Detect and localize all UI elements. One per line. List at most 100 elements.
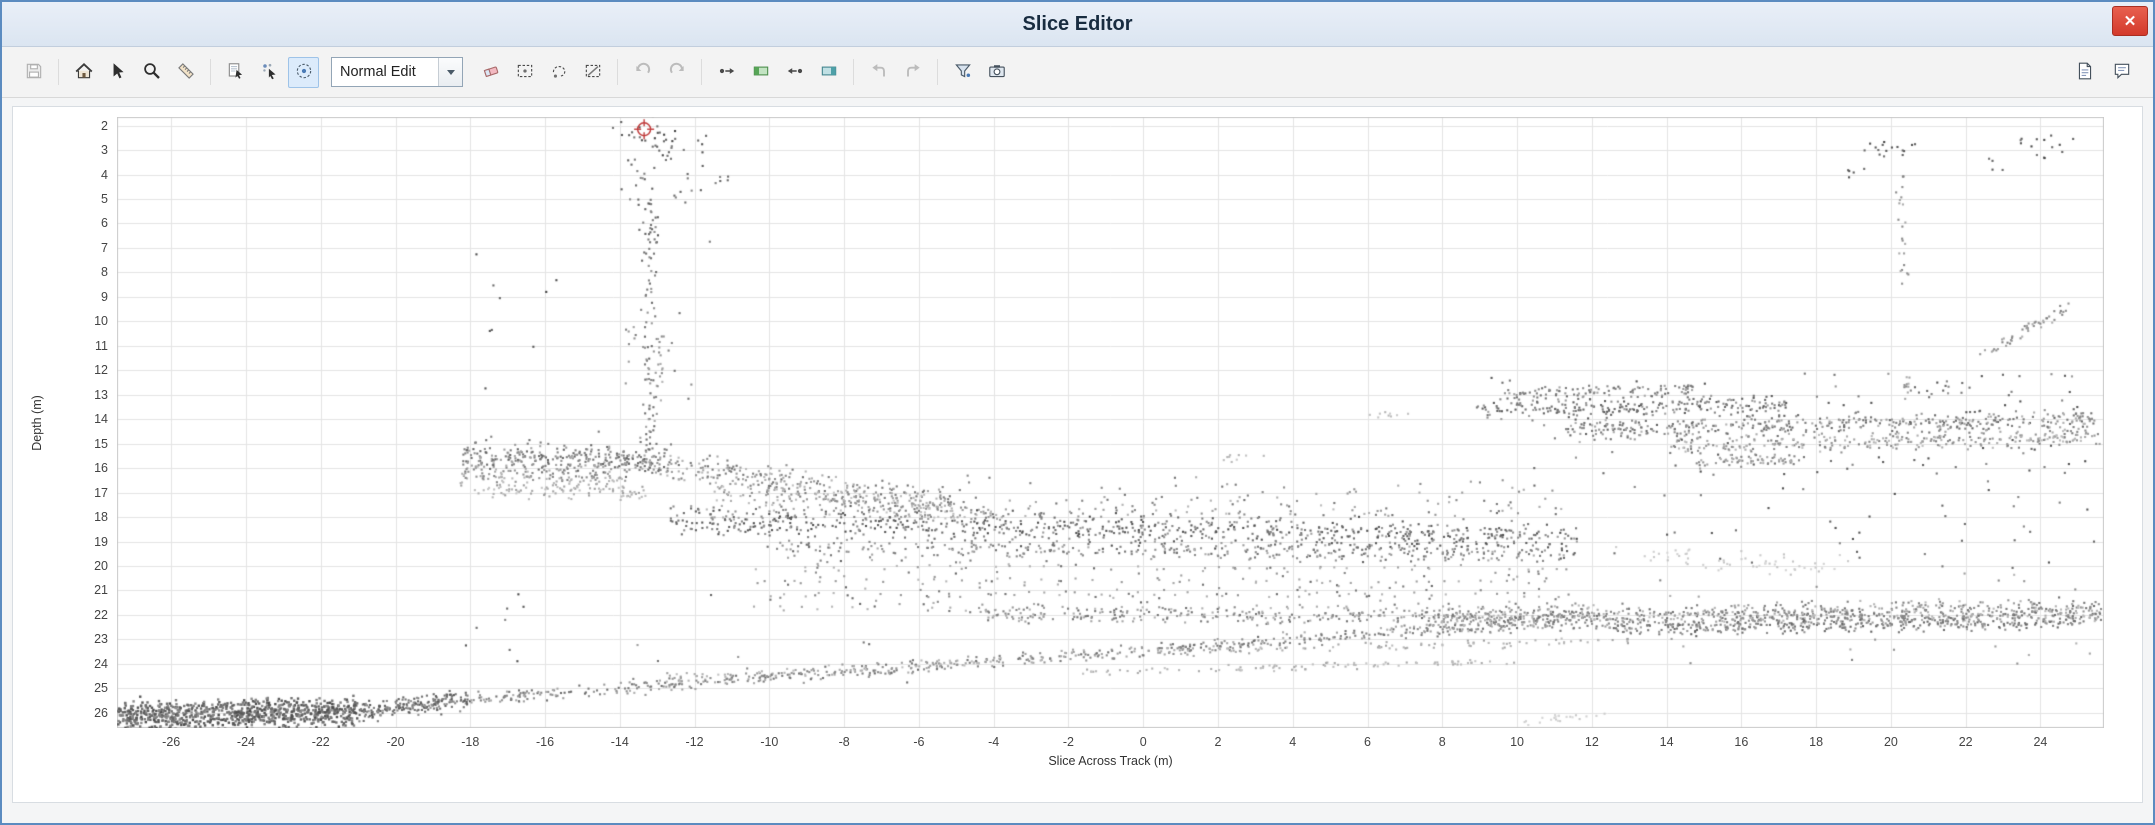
prev-swath-button[interactable] — [745, 57, 776, 88]
eraser-icon — [481, 61, 501, 84]
select-document-button[interactable] — [220, 57, 251, 88]
close-icon: ✕ — [2124, 12, 2137, 30]
y-tick-label: 17 — [94, 486, 108, 500]
snapshot-button[interactable] — [981, 57, 1012, 88]
x-tick-label: -24 — [237, 735, 255, 749]
toolbar-separator — [701, 59, 702, 85]
lasso-icon — [549, 61, 569, 84]
close-button[interactable]: ✕ — [2112, 6, 2148, 36]
line-select-button[interactable] — [577, 57, 608, 88]
x-tick-label: 12 — [1585, 735, 1599, 749]
toolbar-separator — [58, 59, 59, 85]
x-tick-label: 8 — [1439, 735, 1446, 749]
y-tick-label: 13 — [94, 388, 108, 402]
circle-point-icon — [294, 61, 314, 84]
toolbar-separator — [617, 59, 618, 85]
x-tick-label: -8 — [839, 735, 850, 749]
x-tick-label: 4 — [1289, 735, 1296, 749]
x-tick-label: -10 — [760, 735, 778, 749]
x-tick-label: -4 — [988, 735, 999, 749]
y-tick-label: 12 — [94, 363, 108, 377]
branch-redo-button[interactable] — [897, 57, 928, 88]
prev-point-button[interactable] — [711, 57, 742, 88]
dashed-rect-icon — [515, 61, 535, 84]
x-tick-label: -22 — [312, 735, 330, 749]
x-tick-label: 24 — [2033, 735, 2047, 749]
x-tick-label: -26 — [162, 735, 180, 749]
edit-mode-value: Normal Edit — [332, 64, 438, 80]
branch-right-arrow-icon — [903, 61, 923, 84]
rect-select-button[interactable] — [509, 57, 540, 88]
undo-arrow-icon — [633, 61, 653, 84]
x-tick-label: -6 — [913, 735, 924, 749]
plot-area — [117, 117, 2104, 728]
branch-undo-button[interactable] — [863, 57, 894, 88]
x-tick-label: 20 — [1884, 735, 1898, 749]
save-button[interactable] — [18, 57, 49, 88]
next-swath-button[interactable] — [813, 57, 844, 88]
save-icon — [24, 61, 44, 84]
y-tick-label: 15 — [94, 437, 108, 451]
report-button[interactable] — [2069, 57, 2100, 88]
home-icon — [74, 61, 94, 84]
x-tick-label: 6 — [1364, 735, 1371, 749]
zoom-button[interactable] — [136, 57, 167, 88]
y-tick-label: 3 — [101, 143, 108, 157]
window-title: Slice Editor — [1022, 13, 1132, 36]
y-tick-label: 24 — [94, 657, 108, 671]
filter-button[interactable] — [947, 57, 978, 88]
title-bar[interactable]: Slice Editor ✕ — [2, 2, 2153, 47]
pointer-button[interactable] — [102, 57, 133, 88]
magnifier-icon — [142, 61, 162, 84]
x-tick-label: -16 — [536, 735, 554, 749]
x-tick-label: -20 — [386, 735, 404, 749]
y-tick-label: 22 — [94, 608, 108, 622]
y-tick-label: 11 — [95, 339, 108, 353]
home-button[interactable] — [68, 57, 99, 88]
notes-button[interactable] — [2106, 57, 2137, 88]
swath-teal-icon — [819, 61, 839, 84]
toolbar-right-group — [2069, 57, 2137, 88]
branch-left-arrow-icon — [869, 61, 889, 84]
window-content: Depth (m) Slice Across Track (m) -26 -24 -… — [2, 98, 2153, 823]
ruler-icon — [176, 61, 196, 84]
redo-button[interactable] — [661, 57, 692, 88]
y-tick-label: 4 — [101, 168, 108, 182]
y-tick-label: 2 — [101, 119, 108, 133]
select-point-circle-button[interactable] — [288, 57, 319, 88]
x-tick-label: 2 — [1214, 735, 1221, 749]
y-tick-label: 8 — [101, 265, 108, 279]
dropdown-arrow-icon[interactable] — [438, 58, 462, 86]
pointer-icon — [108, 61, 128, 84]
notes-icon — [2112, 61, 2132, 84]
y-tick-label: 26 — [94, 706, 108, 720]
x-tick-label: 18 — [1809, 735, 1823, 749]
y-tick-label: 6 — [101, 216, 108, 230]
x-axis-title: Slice Across Track (m) — [1048, 754, 1172, 768]
toolbar-separator — [937, 59, 938, 85]
erase-button[interactable] — [475, 57, 506, 88]
edit-mode-dropdown[interactable]: Normal Edit — [331, 57, 463, 87]
y-tick-label: 10 — [94, 314, 108, 328]
next-point-button[interactable] — [779, 57, 810, 88]
x-tick-label: 16 — [1734, 735, 1748, 749]
x-tick-label: 22 — [1959, 735, 1973, 749]
y-tick-label: 18 — [94, 510, 108, 524]
select-points-button[interactable] — [254, 57, 285, 88]
x-tick-label: 10 — [1510, 735, 1524, 749]
y-tick-label: 7 — [101, 241, 108, 255]
y-tick-label: 25 — [94, 681, 108, 695]
undo-button[interactable] — [627, 57, 658, 88]
lasso-select-button[interactable] — [543, 57, 574, 88]
x-tick-label: -12 — [686, 735, 704, 749]
points-cursor-icon — [260, 61, 280, 84]
dashed-line-select-icon — [583, 61, 603, 84]
toolbar-separator — [210, 59, 211, 85]
y-tick-label: 23 — [94, 632, 108, 646]
measure-button[interactable] — [170, 57, 201, 88]
plot-canvas[interactable] — [117, 117, 2104, 728]
x-tick-label: 0 — [1140, 735, 1147, 749]
toolbar: Normal Edit — [2, 47, 2153, 98]
y-axis-title: Depth (m) — [30, 395, 44, 451]
x-tick-label: -18 — [461, 735, 479, 749]
